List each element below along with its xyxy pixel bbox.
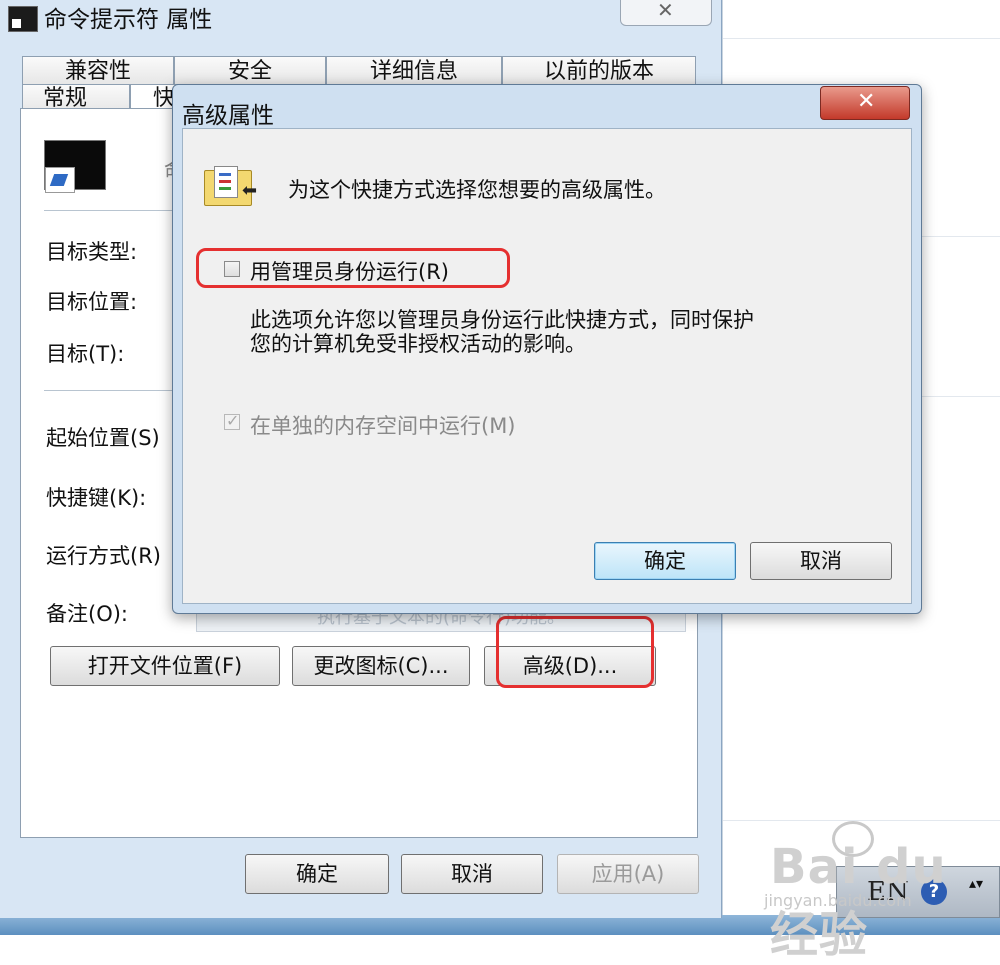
target-location-label: 目标位置: bbox=[46, 290, 138, 314]
advanced-button-highlight bbox=[496, 616, 654, 688]
dialog-header-text: 为这个快捷方式选择您想要的高级属性。 bbox=[288, 178, 666, 202]
baidu-watermark: Bai du 经验 jingyan.baidu.com bbox=[740, 815, 1000, 963]
separator bbox=[44, 210, 174, 211]
shortcut-arrow-icon bbox=[45, 167, 75, 193]
dialog-ok-button[interactable]: 确定 bbox=[594, 542, 736, 580]
tab-security[interactable]: 安全 bbox=[174, 56, 326, 86]
window-title: 命令提示符 属性 bbox=[44, 7, 213, 33]
cmd-app-icon bbox=[8, 6, 38, 32]
shortcut-properties-icon: ⬅ bbox=[204, 166, 262, 208]
open-file-location-button[interactable]: 打开文件位置(F) bbox=[50, 646, 280, 686]
divider bbox=[723, 38, 1000, 39]
apply-button[interactable]: 应用(A) bbox=[557, 854, 699, 894]
run-as-admin-description-2: 您的计算机免受非授权活动的影响。 bbox=[250, 332, 586, 356]
document-icon bbox=[214, 166, 238, 198]
arrow-left-icon: ⬅ bbox=[242, 180, 258, 201]
cmd-shortcut-icon bbox=[44, 140, 106, 193]
tab-compatibility[interactable]: 兼容性 bbox=[22, 56, 174, 86]
window-close-button[interactable]: ✕ bbox=[620, 0, 712, 26]
run-label: 运行方式(R) bbox=[46, 544, 161, 568]
target-type-label: 目标类型: bbox=[46, 240, 138, 264]
close-icon: ✕ bbox=[857, 89, 876, 114]
tab-details[interactable]: 详细信息 bbox=[326, 56, 502, 86]
shortcut-key-label: 快捷键(K): bbox=[46, 486, 147, 510]
start-in-label: 起始位置(S) bbox=[46, 426, 160, 450]
separate-memory-label: 在单独的内存空间中运行(M) bbox=[250, 414, 516, 438]
tab-previous-versions[interactable]: 以前的版本 bbox=[502, 56, 696, 86]
ok-button[interactable]: 确定 bbox=[245, 854, 389, 894]
comment-label: 备注(O): bbox=[46, 602, 128, 626]
run-as-admin-highlight bbox=[196, 248, 510, 288]
dialog-cancel-button[interactable]: 取消 bbox=[750, 542, 892, 580]
checkmark-icon: ✓ bbox=[226, 411, 240, 430]
dialog-title: 高级属性 bbox=[182, 103, 274, 129]
close-icon: ✕ bbox=[657, 0, 674, 22]
change-icon-button[interactable]: 更改图标(C)... bbox=[292, 646, 470, 686]
separate-memory-checkbox[interactable]: ✓ bbox=[224, 411, 240, 430]
dialog-close-button[interactable]: ✕ bbox=[820, 86, 910, 120]
separator bbox=[44, 390, 174, 391]
target-label: 目标(T): bbox=[46, 342, 125, 366]
cancel-button[interactable]: 取消 bbox=[401, 854, 543, 894]
watermark-url: jingyan.baidu.com bbox=[764, 891, 912, 910]
